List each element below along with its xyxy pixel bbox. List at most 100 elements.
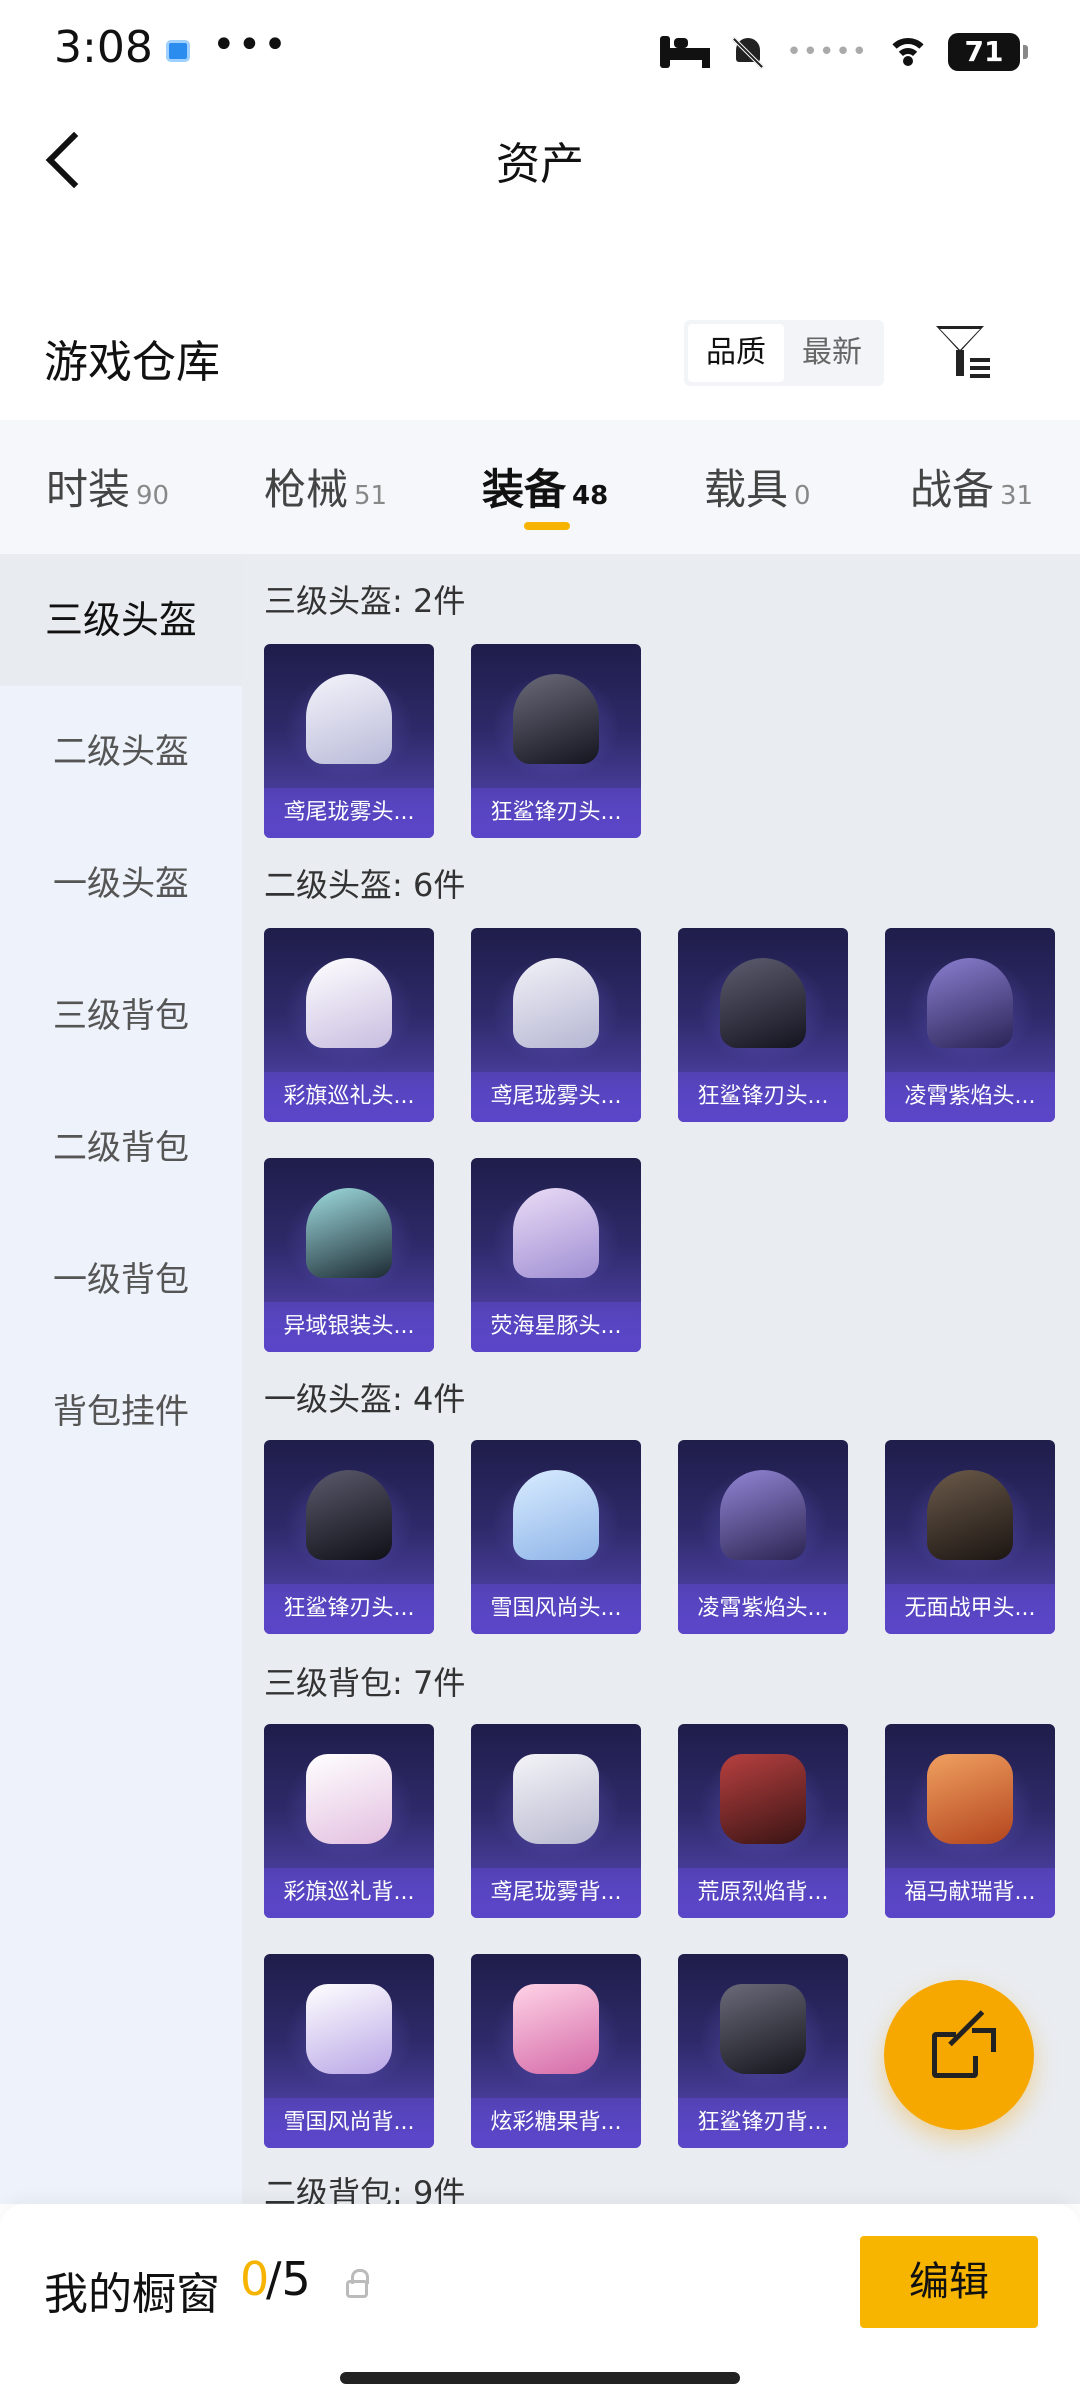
item-name: 无面战甲头... [885,1584,1055,1634]
helmet-icon [306,1470,392,1560]
sidebar: 三级头盔 二级头盔 一级头盔 三级背包 二级背包 一级背包 背包挂件 [0,554,242,2204]
item-card[interactable]: 荒原烈焰背... [678,1724,848,1918]
item-card[interactable]: 凌霄紫焰头... [678,1440,848,1634]
tab-label: 装备 [482,465,567,514]
sidebar-item-level1-backpack[interactable]: 一级背包 [0,1214,242,1346]
mute-icon [730,34,766,70]
tab-label: 战备 [910,465,995,514]
group-title: 三级头盔: 2件 [264,582,466,620]
showcase-used-count: 0 [240,2252,270,2306]
backpack-icon [927,1754,1013,1844]
tab-vehicles[interactable]: 载具 0 [704,456,811,526]
backpack-icon [306,1754,392,1844]
item-card[interactable]: 鸢尾珑雾背... [471,1724,641,1918]
backpack-icon [513,1984,599,2074]
sidebar-item-level2-helmet[interactable]: 二级头盔 [0,686,242,818]
sidebar-item-backpack-charm[interactable]: 背包挂件 [0,1346,242,1478]
item-card[interactable]: 荧海星豚头... [471,1158,641,1352]
share-button[interactable] [884,1980,1034,2130]
group-title: 一级头盔: 4件 [264,1380,466,1418]
home-indicator[interactable] [340,2372,740,2384]
item-card[interactable]: 狂鲨锋刃头... [264,1440,434,1634]
helmet-icon [306,674,392,764]
item-card[interactable]: 雪国风尚背... [264,1954,434,2148]
backpack-icon [720,1984,806,2074]
item-name: 鸢尾珑雾背... [471,1868,641,1918]
showcase-bar: 我的橱窗 0 /5 编辑 [0,2204,1080,2400]
more-notifications-icon: ••• [212,22,289,68]
item-card[interactable]: 炫彩糖果背... [471,1954,641,2148]
item-name: 雪国风尚头... [471,1584,641,1634]
sort-quality-button[interactable]: 品质 [688,324,784,382]
item-name: 狂鲨锋刃背... [678,2098,848,2148]
sort-toggle: 品质 最新 [684,320,884,386]
tab-equipment[interactable]: 装备 48 [482,456,608,526]
page-title: 资产 [496,139,584,190]
status-bar: 3:08 ••• ••••• 71 [0,0,1080,100]
sidebar-item-level2-backpack[interactable]: 二级背包 [0,1082,242,1214]
item-card[interactable]: 鸢尾珑雾头... [471,928,641,1122]
item-name: 彩旗巡礼背... [264,1868,434,1918]
tab-count: 51 [354,481,388,511]
helmet-icon [927,958,1013,1048]
group-title: 二级头盔: 6件 [264,866,466,904]
item-card[interactable]: 彩旗巡礼背... [264,1724,434,1918]
item-card[interactable]: 彩旗巡礼头... [264,928,434,1122]
helmet-icon [306,1188,392,1278]
item-card[interactable]: 凌霄紫焰头... [885,928,1055,1122]
item-name: 荒原烈焰背... [678,1868,848,1918]
item-name: 鸢尾珑雾头... [264,788,434,838]
helmet-icon [513,674,599,764]
helmet-icon [927,1470,1013,1560]
tab-count: 31 [1000,481,1034,511]
item-card[interactable]: 福马献瑞背... [885,1724,1055,1918]
item-card[interactable]: 鸢尾珑雾头... [264,644,434,838]
item-name: 鸢尾珑雾头... [471,1072,641,1122]
status-time: 3:08 [54,22,153,73]
backpack-icon [720,1754,806,1844]
filter-icon[interactable] [936,322,992,382]
showcase-total: /5 [266,2252,311,2306]
edit-button[interactable]: 编辑 [860,2236,1038,2328]
item-name: 炫彩糖果背... [471,2098,641,2148]
helmet-icon [513,1470,599,1560]
category-tabs: 时装 90 枪械 51 装备 48 载具 0 战备 31 [0,420,1080,554]
backpack-icon [513,1754,599,1844]
backpack-icon [306,1984,392,2074]
item-name: 凌霄紫焰头... [678,1584,848,1634]
sidebar-item-level3-backpack[interactable]: 三级背包 [0,950,242,1082]
item-card[interactable]: 狂鲨锋刃头... [471,644,641,838]
helmet-icon [513,1188,599,1278]
tab-count: 0 [794,481,811,511]
sort-newest-button[interactable]: 最新 [784,324,880,382]
app-notification-icon [166,40,190,62]
helmet-icon [720,958,806,1048]
item-name: 狂鲨锋刃头... [471,788,641,838]
sidebar-item-level3-helmet[interactable]: 三级头盔 [0,554,242,686]
tab-count: 48 [572,481,609,511]
signal-icon: ••••• [786,37,868,67]
item-card[interactable]: 雪国风尚头... [471,1440,641,1634]
sidebar-item-level1-helmet[interactable]: 一级头盔 [0,818,242,950]
helmet-icon [720,1470,806,1560]
tab-combat-gear[interactable]: 战备 31 [910,456,1033,526]
battery-icon: 71 [948,33,1028,71]
item-name: 福马献瑞背... [885,1868,1055,1918]
helmet-icon [306,958,392,1048]
item-card[interactable]: 狂鲨锋刃头... [678,928,848,1122]
item-name: 彩旗巡礼头... [264,1072,434,1122]
group-title: 二级背包: 9件 [264,2174,466,2204]
sleep-mode-icon [660,36,711,68]
item-grid: 三级头盔: 2件 鸢尾珑雾头... 狂鲨锋刃头... 二级头盔: 6件 彩旗巡礼… [242,554,1080,2204]
item-name: 狂鲨锋刃头... [264,1584,434,1634]
item-card[interactable]: 无面战甲头... [885,1440,1055,1634]
item-name: 异域银装头... [264,1302,434,1352]
item-card[interactable]: 异域银装头... [264,1158,434,1352]
item-name: 狂鲨锋刃头... [678,1072,848,1122]
tab-fashion[interactable]: 时装 90 [46,456,169,526]
item-name: 荧海星豚头... [471,1302,641,1352]
item-card[interactable]: 狂鲨锋刃背... [678,1954,848,2148]
tab-label: 载具 [704,465,789,514]
wifi-icon [888,36,928,68]
tab-guns[interactable]: 枪械 51 [264,456,387,526]
